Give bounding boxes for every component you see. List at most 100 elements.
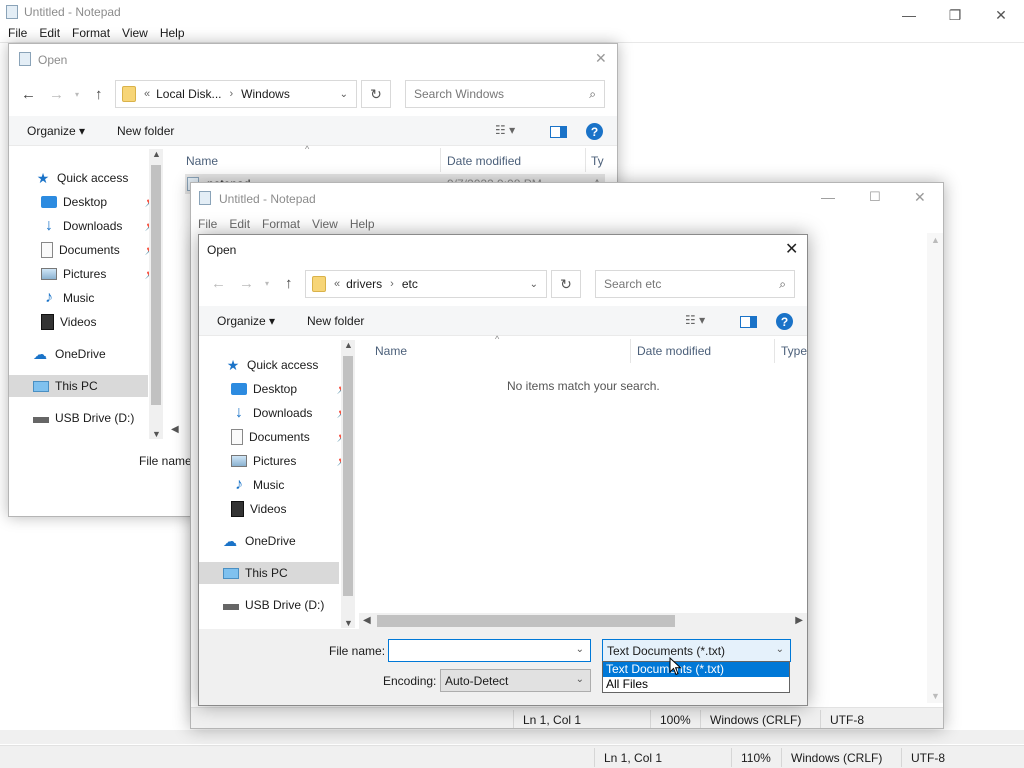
- back-search-input[interactable]: Search Windows ⌕: [405, 80, 605, 108]
- new-folder-button[interactable]: New folder: [117, 124, 174, 138]
- nav-usb-drive[interactable]: USB Drive (D:): [199, 594, 355, 616]
- forward-arrow-icon[interactable]: →: [239, 275, 254, 292]
- address-dropdown-icon[interactable]: ⌄: [340, 89, 348, 100]
- column-name[interactable]: Name: [375, 344, 407, 358]
- breadcrumb-windows[interactable]: Windows: [241, 87, 290, 101]
- address-dropdown-icon[interactable]: ⌄: [530, 279, 538, 290]
- view-options-icon[interactable]: ☷ ▾: [495, 123, 515, 137]
- preview-pane-icon[interactable]: [740, 316, 757, 328]
- nav-quick-access[interactable]: ★ Quick access: [9, 167, 163, 189]
- menu-format[interactable]: Format: [72, 26, 110, 40]
- file-type-select[interactable]: Text Documents (*.txt) ⌄: [602, 639, 791, 662]
- music-icon: ♪: [235, 476, 243, 493]
- minimize-button[interactable]: —: [821, 189, 835, 205]
- nav-music[interactable]: ♪ Music: [199, 474, 355, 496]
- column-type[interactable]: Ty: [591, 154, 604, 168]
- menu-file[interactable]: File: [8, 26, 27, 40]
- front-address-bar[interactable]: « drivers › etc ⌄: [305, 270, 547, 298]
- menu-edit[interactable]: Edit: [229, 217, 250, 231]
- file-name-input[interactable]: ⌄: [388, 639, 591, 662]
- chevron-down-icon: ⌄: [775, 644, 784, 655]
- view-options-icon[interactable]: ☷ ▾: [685, 313, 705, 327]
- nav-desktop[interactable]: Desktop📌: [9, 191, 163, 213]
- preview-pane-icon[interactable]: [550, 126, 567, 138]
- nav-this-pc[interactable]: This PC: [199, 562, 339, 584]
- menu-view[interactable]: View: [312, 217, 338, 231]
- breadcrumb-local-disk[interactable]: Local Disk...: [156, 87, 221, 101]
- nav-this-pc[interactable]: This PC: [9, 375, 148, 397]
- file-type-dropdown-list: Text Documents (*.txt) All Files: [602, 661, 790, 693]
- menu-help[interactable]: Help: [160, 26, 185, 40]
- nav-downloads[interactable]: ↓Downloads📌: [9, 215, 163, 237]
- back-nav-scrollbar[interactable]: ▲ ▼: [149, 149, 163, 439]
- nav-pictures[interactable]: Pictures📌: [199, 450, 355, 472]
- minimize-button[interactable]: —: [886, 0, 932, 30]
- back-dialog-close-button[interactable]: ✕: [595, 50, 607, 67]
- chevron-down-icon: ⌄: [575, 674, 584, 685]
- nav-documents[interactable]: Documents📌: [9, 239, 163, 261]
- new-folder-button[interactable]: New folder: [307, 314, 364, 328]
- nav-music[interactable]: ♪ Music: [9, 287, 163, 309]
- column-date[interactable]: Date modified: [447, 154, 521, 168]
- refresh-button[interactable]: ↻: [361, 80, 391, 108]
- pictures-icon: [41, 268, 57, 280]
- column-type[interactable]: Type: [781, 344, 807, 358]
- file-type-option-text-documents[interactable]: Text Documents (*.txt): [603, 662, 789, 677]
- back-notepad-statusbar: Ln 1, Col 1 110% Windows (CRLF) UTF-8: [0, 745, 1024, 768]
- breadcrumb-etc[interactable]: etc: [402, 277, 418, 291]
- up-arrow-icon[interactable]: ↑: [285, 275, 293, 292]
- menu-view[interactable]: View: [122, 26, 148, 40]
- file-name-dropdown-icon[interactable]: ⌄: [576, 644, 584, 655]
- maximize-button[interactable]: ☐: [869, 189, 881, 205]
- nav-videos[interactable]: Videos: [199, 498, 355, 520]
- front-notepad-vscroll[interactable]: ▲ ▼: [927, 233, 943, 703]
- front-list-hscroll[interactable]: ◀ ▶: [359, 613, 807, 629]
- folder-icon: [122, 86, 136, 102]
- menu-help[interactable]: Help: [350, 217, 375, 231]
- recent-dropdown-icon[interactable]: ▾: [75, 90, 79, 99]
- nav-onedrive[interactable]: ☁ OneDrive: [199, 530, 355, 552]
- column-name[interactable]: Name: [186, 154, 218, 168]
- front-search-input[interactable]: Search etc ⌕: [595, 270, 795, 298]
- up-arrow-icon[interactable]: ↑: [95, 86, 103, 103]
- close-button[interactable]: ✕: [914, 189, 926, 206]
- forward-arrow-icon[interactable]: →: [49, 86, 64, 103]
- organize-button[interactable]: Organize ▾: [217, 314, 275, 328]
- help-icon[interactable]: ?: [776, 313, 793, 330]
- back-arrow-icon[interactable]: ←: [21, 86, 36, 103]
- video-icon: [231, 501, 244, 517]
- maximize-button[interactable]: ❐: [932, 0, 978, 30]
- column-date[interactable]: Date modified: [637, 344, 711, 358]
- menu-edit[interactable]: Edit: [39, 26, 60, 40]
- recent-dropdown-icon[interactable]: ▾: [265, 279, 269, 288]
- help-icon[interactable]: ?: [586, 123, 603, 140]
- nav-usb-drive[interactable]: USB Drive (D:): [9, 407, 163, 429]
- organize-button[interactable]: Organize ▾: [27, 124, 85, 138]
- status-position: Ln 1, Col 1: [604, 751, 663, 765]
- nav-quick-access[interactable]: ★ Quick access: [199, 354, 355, 376]
- pictures-icon: [231, 455, 247, 467]
- back-address-bar[interactable]: « Local Disk... › Windows ⌄: [115, 80, 357, 108]
- desktop-icon: [231, 383, 247, 395]
- menu-format[interactable]: Format: [262, 217, 300, 231]
- front-nav-scrollbar[interactable]: ▲ ▼: [341, 340, 355, 628]
- breadcrumb-drivers[interactable]: drivers: [346, 277, 382, 291]
- nav-downloads[interactable]: ↓Downloads📌: [199, 402, 355, 424]
- menu-file[interactable]: File: [198, 217, 217, 231]
- file-type-option-all-files[interactable]: All Files: [603, 677, 789, 692]
- nav-onedrive[interactable]: ☁ OneDrive: [9, 343, 163, 365]
- close-button[interactable]: ✕: [978, 0, 1024, 30]
- front-dialog-close-button[interactable]: ✕: [785, 239, 798, 259]
- nav-pictures[interactable]: Pictures📌: [9, 263, 163, 285]
- back-list-scroll-left[interactable]: ◀: [171, 424, 179, 435]
- back-dialog-title: Open: [38, 53, 68, 67]
- mouse-cursor-icon: [669, 657, 682, 676]
- refresh-button[interactable]: ↻: [551, 270, 581, 298]
- nav-documents[interactable]: Documents📌: [199, 426, 355, 448]
- download-icon: ↓: [235, 404, 243, 421]
- nav-desktop[interactable]: Desktop📌: [199, 378, 355, 400]
- back-arrow-icon[interactable]: ←: [211, 275, 226, 292]
- nav-videos[interactable]: Videos: [9, 311, 163, 333]
- encoding-select[interactable]: Auto-Detect ⌄: [440, 669, 591, 692]
- back-notepad-hscroll[interactable]: [0, 730, 1024, 744]
